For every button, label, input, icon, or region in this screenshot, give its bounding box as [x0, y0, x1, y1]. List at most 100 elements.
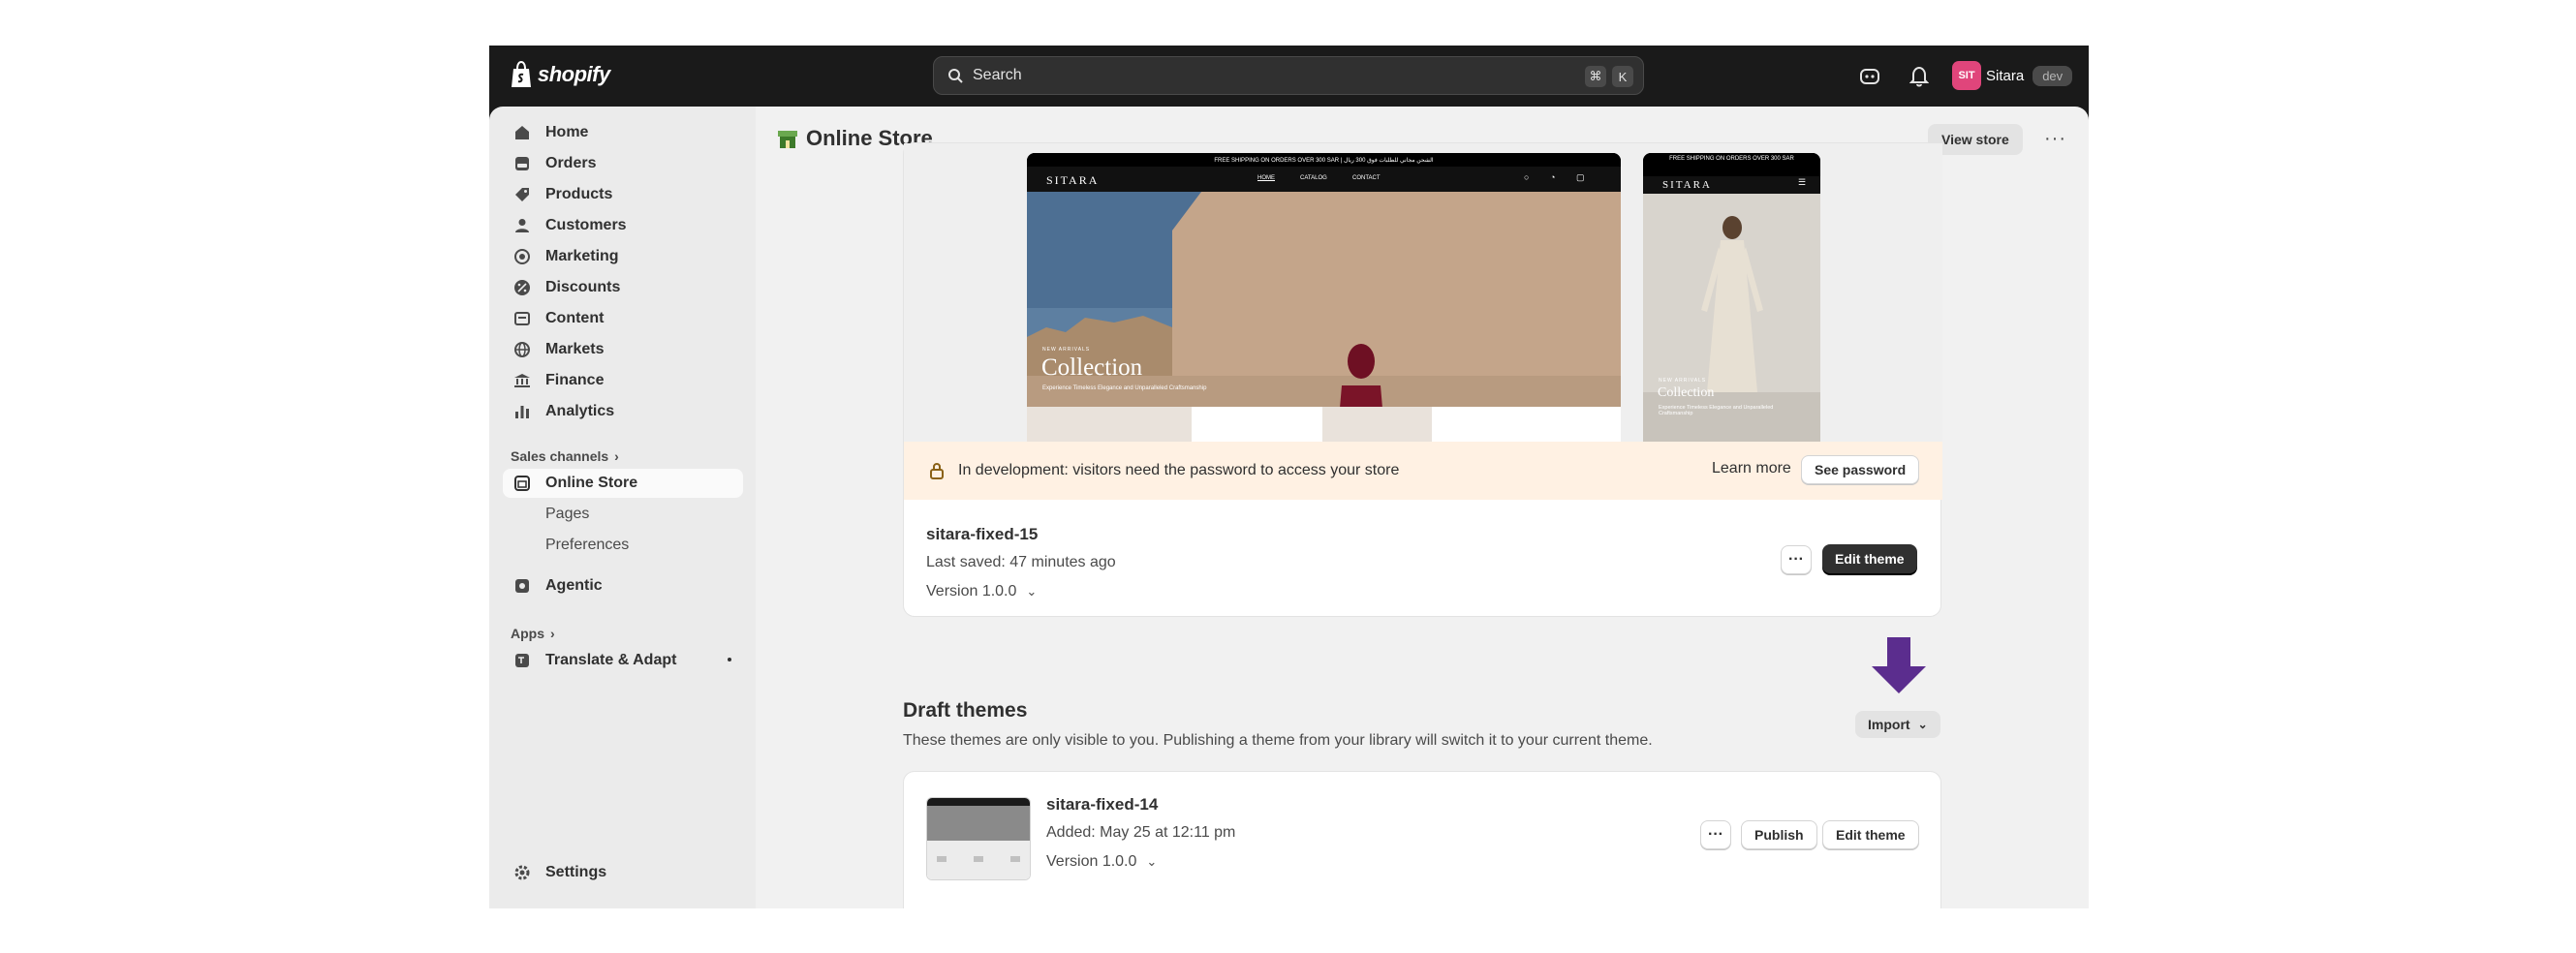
- target-icon: [512, 247, 532, 266]
- sidebar-item-label: Pages: [545, 506, 590, 522]
- bell-icon[interactable]: [1907, 64, 1932, 89]
- sidebar-item-markets[interactable]: Markets: [503, 335, 743, 364]
- main-content: Online Store View store ··· FREE SHIPPIN…: [756, 107, 2089, 908]
- hero-image: [1027, 192, 1621, 442]
- sidebar-item-discounts[interactable]: Discounts: [503, 273, 743, 302]
- store-account-icon: ◔: [1550, 172, 1556, 182]
- person-icon: [512, 216, 532, 235]
- more-actions-icon[interactable]: ···: [2044, 128, 2066, 150]
- user-menu[interactable]: SIT Sitara dev: [1952, 61, 2073, 90]
- current-theme-saved: Last saved: 47 minutes ago: [926, 554, 1116, 570]
- online-store-icon: [778, 131, 797, 148]
- store-badge: dev: [2033, 65, 2073, 86]
- bank-icon: [512, 371, 532, 390]
- announcement-bar: FREE SHIPPING ON ORDERS OVER 300 SAR | ا…: [1027, 153, 1621, 167]
- store-header: SITARA HOME CATALOG CONTACT ○ ◔ ▢: [1027, 167, 1621, 192]
- sidebar-item-online-store[interactable]: Online Store: [503, 469, 743, 498]
- sales-channels-label: Sales channels: [511, 448, 609, 464]
- sidebar: Home Orders Products Customers Marketing…: [489, 107, 756, 908]
- edit-theme-button[interactable]: Edit theme: [1822, 544, 1917, 573]
- draft-theme-actions-button[interactable]: ···: [1700, 820, 1731, 849]
- import-label: Import: [1868, 717, 1910, 732]
- sidebar-item-label: Content: [545, 310, 605, 326]
- bar-chart-icon: [512, 402, 532, 421]
- version-label: Version 1.0.0: [1046, 853, 1137, 870]
- sidebar-item-home[interactable]: Home: [503, 118, 743, 147]
- sidebar-item-label: Products: [545, 186, 613, 202]
- chevron-down-icon: ⌄: [1146, 854, 1158, 869]
- apps-header[interactable]: Apps ›: [511, 626, 555, 641]
- current-theme-version[interactable]: Version 1.0.0 ⌄: [926, 583, 1037, 600]
- sidebar-item-label: Translate & Adapt: [545, 652, 677, 668]
- chevron-down-icon: ⌄: [1026, 584, 1038, 599]
- store-nav-link: CONTACT: [1352, 175, 1381, 181]
- store-cart-icon: ▢: [1576, 172, 1585, 182]
- top-bar: shopify Search ⌘ K SIT Sitara dev: [489, 46, 2089, 107]
- chevron-right-icon: ›: [614, 448, 619, 464]
- sidebar-item-label: Preferences: [545, 537, 630, 553]
- shopify-logo[interactable]: shopify: [511, 61, 610, 88]
- sidebar-item-label: Discounts: [545, 279, 621, 295]
- apps-label: Apps: [511, 626, 544, 641]
- sidebar-item-orders[interactable]: Orders: [503, 149, 743, 178]
- alert-text: In development: visitors need the passwo…: [958, 462, 1400, 478]
- learn-more-link[interactable]: Learn more: [1712, 460, 1791, 477]
- sidebar-item-content[interactable]: Content: [503, 304, 743, 333]
- shopify-admin-window: shopify Search ⌘ K SIT Sitara dev Home O…: [489, 46, 2089, 908]
- sidekick-icon[interactable]: [1857, 64, 1882, 89]
- see-password-button[interactable]: See password: [1801, 455, 1920, 484]
- publish-button[interactable]: Publish: [1741, 820, 1817, 849]
- mobile-hero-subtitle: Experience Timeless Elegance and Unparal…: [1659, 405, 1774, 416]
- discount-icon: [512, 278, 532, 297]
- sidebar-item-settings[interactable]: Settings: [503, 858, 743, 887]
- theme-actions-button[interactable]: ···: [1781, 545, 1812, 574]
- theme-preview[interactable]: FREE SHIPPING ON ORDERS OVER 300 SAR | ا…: [904, 143, 1942, 442]
- gear-icon: [512, 863, 532, 882]
- mobile-hero-eyebrow: NEW ARRIVALS: [1659, 378, 1707, 384]
- draft-theme-card: sitara-fixed-14 Added: May 25 at 12:11 p…: [903, 771, 1941, 908]
- sidebar-item-marketing[interactable]: Marketing: [503, 242, 743, 271]
- store-menu-icon: ☰: [1798, 177, 1807, 187]
- draft-edit-theme-button[interactable]: Edit theme: [1822, 820, 1919, 849]
- draft-theme-thumbnail[interactable]: [926, 797, 1031, 880]
- sidebar-item-agentic[interactable]: Agentic: [503, 571, 743, 600]
- version-label: Version 1.0.0: [926, 583, 1017, 599]
- draft-theme-added: Added: May 25 at 12:11 pm: [1046, 824, 1236, 841]
- sidebar-item-finance[interactable]: Finance: [503, 366, 743, 395]
- announcement-bar: FREE SHIPPING ON ORDERS OVER 300 SAR: [1643, 153, 1820, 176]
- user-name: Sitara: [1986, 67, 2025, 84]
- desktop-preview: FREE SHIPPING ON ORDERS OVER 300 SAR | ا…: [1027, 153, 1621, 442]
- password-alert: In development: visitors need the passwo…: [904, 442, 1942, 500]
- sidebar-item-analytics[interactable]: Analytics: [503, 397, 743, 426]
- globe-icon: [512, 340, 532, 359]
- search-icon: [948, 69, 963, 83]
- avatar: SIT: [1952, 61, 1981, 90]
- sales-channels-header[interactable]: Sales channels ›: [511, 448, 619, 464]
- sidebar-item-label: Finance: [545, 372, 605, 388]
- sidebar-item-translate-adapt[interactable]: Translate & Adapt: [503, 646, 743, 675]
- sidebar-item-label: Marketing: [545, 248, 619, 264]
- sidebar-item-preferences[interactable]: Preferences: [503, 531, 743, 560]
- sidebar-item-customers[interactable]: Customers: [503, 211, 743, 240]
- draft-themes-description: These themes are only visible to you. Pu…: [903, 732, 1653, 749]
- search-input[interactable]: Search ⌘ K: [933, 56, 1644, 95]
- lock-icon: [929, 462, 945, 479]
- draft-theme-version[interactable]: Version 1.0.0 ⌄: [1046, 853, 1157, 871]
- store-nav-link: CATALOG: [1300, 175, 1327, 181]
- store-nav-link: HOME: [1257, 175, 1275, 181]
- orders-icon: [512, 154, 532, 173]
- search-placeholder: Search: [973, 67, 1022, 83]
- current-theme-name: sitara-fixed-15: [926, 525, 1039, 543]
- draft-themes-title: Draft themes: [903, 699, 1028, 722]
- hero-eyebrow: NEW ARRIVALS: [1042, 347, 1091, 353]
- import-button[interactable]: Import ⌄: [1855, 711, 1940, 738]
- mobile-hero-title: Collection: [1658, 385, 1715, 400]
- sidebar-item-label: Markets: [545, 341, 605, 357]
- hero-title: Collection: [1041, 354, 1143, 381]
- store-logo: SITARA: [1662, 179, 1712, 191]
- home-icon: [512, 123, 532, 142]
- sidebar-item-pages[interactable]: Pages: [503, 500, 743, 529]
- mobile-preview: FREE SHIPPING ON ORDERS OVER 300 SAR SIT…: [1643, 153, 1820, 442]
- sidebar-item-products[interactable]: Products: [503, 180, 743, 209]
- store-header: SITARA ☰: [1643, 176, 1820, 194]
